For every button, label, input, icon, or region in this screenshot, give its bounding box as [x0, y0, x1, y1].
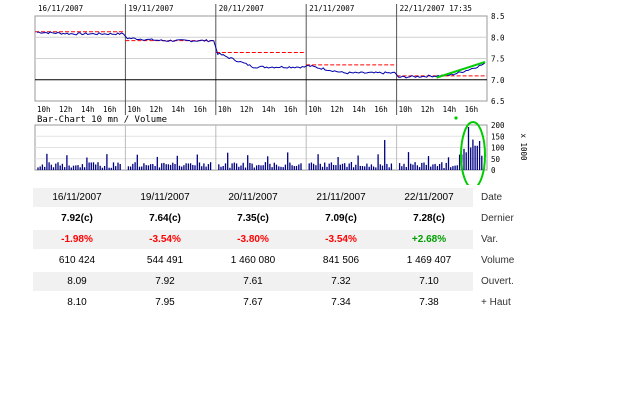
- cell-haut: 8.10: [67, 297, 87, 308]
- cell-dernier: 7.92(c): [61, 213, 93, 224]
- hour-tick-label: 10h: [399, 105, 413, 114]
- table-row-var: -1.98% -3.54% -3.80% -3.54% +2.68% Var.: [33, 230, 527, 249]
- price-tick-label: 7.0: [491, 76, 505, 85]
- hour-tick-label: 16h: [374, 105, 388, 114]
- row-label-volume: Volume: [473, 251, 527, 270]
- volume-tick-label: 50: [491, 155, 501, 164]
- table-row-ouvert: 8.09 7.92 7.61 7.32 7.10 Ouvert.: [33, 272, 527, 291]
- cell-date: 16/11/2007: [33, 188, 121, 207]
- cell-volume: 610 424: [58, 255, 96, 266]
- hour-tick-label: 14h: [171, 105, 185, 114]
- trend-line: [436, 60, 486, 79]
- row-label-dernier: Dernier: [473, 209, 527, 228]
- hour-tick-label: 16h: [103, 105, 117, 114]
- cell-volume: 1 469 407: [406, 255, 452, 266]
- cell-haut: 7.67: [243, 297, 263, 308]
- cell-date: 21/11/2007: [297, 188, 385, 207]
- volume-tick-label: 100: [491, 144, 505, 153]
- cell-ouvert: 7.92: [121, 272, 209, 291]
- cell-date: 19/11/2007: [121, 188, 209, 207]
- row-label-date: Date: [473, 188, 527, 207]
- hour-tick-label: 12h: [330, 105, 344, 114]
- cell-date: 20/11/2007: [209, 188, 297, 207]
- row-label-var: Var.: [473, 230, 527, 249]
- cell-dernier: 7.64(c): [149, 213, 181, 224]
- hour-tick-label: 12h: [149, 105, 163, 114]
- cell-haut: 7.95: [155, 297, 175, 308]
- cell-var: -3.54%: [297, 230, 385, 249]
- highlight-dot: [454, 116, 458, 120]
- hour-tick-label: 14h: [262, 105, 276, 114]
- cell-var: -3.54%: [121, 230, 209, 249]
- cell-ouvert: 7.10: [385, 272, 473, 291]
- hour-tick-label: 10h: [308, 105, 322, 114]
- hour-tick-label: 14h: [81, 105, 95, 114]
- cell-var: +2.68%: [385, 230, 473, 249]
- cell-ouvert: 8.09: [33, 272, 121, 291]
- hour-tick-label: 10h: [127, 105, 141, 114]
- row-label-ouvert: Ouvert.: [473, 272, 527, 291]
- date-tick-label: 19/11/2007: [128, 4, 173, 13]
- row-label-haut: + Haut: [473, 293, 527, 312]
- volume-unit-label: x 1000: [519, 133, 528, 161]
- hour-tick-label: 14h: [443, 105, 457, 114]
- cell-ouvert: 7.61: [209, 272, 297, 291]
- volume-tick-label: 0: [491, 166, 496, 175]
- hour-tick-label: 10h: [218, 105, 232, 114]
- price-tick-label: 8.0: [491, 33, 505, 42]
- price-tick-label: 6.5: [491, 97, 505, 106]
- hour-tick-label: 14h: [352, 105, 366, 114]
- table-row-haut: 8.10 7.95 7.67 7.34 7.38 + Haut: [33, 293, 527, 312]
- volume-tick-label: 200: [491, 121, 505, 130]
- hour-tick-label: 12h: [59, 105, 73, 114]
- cell-var: -1.98%: [33, 230, 121, 249]
- cell-volume: 1 460 080: [230, 255, 276, 266]
- hour-tick-label: 16h: [284, 105, 298, 114]
- cell-volume: 841 506: [322, 255, 360, 266]
- hour-tick-label: 16h: [193, 105, 207, 114]
- hour-tick-label: 16h: [465, 105, 479, 114]
- cell-haut: 7.34: [331, 297, 351, 308]
- date-tick-label: 21/11/2007: [309, 4, 354, 13]
- date-tick-label: 20/11/2007: [219, 4, 264, 13]
- cell-var: -3.80%: [209, 230, 297, 249]
- volume-tick-label: 150: [491, 132, 505, 141]
- cell-dernier: 7.09(c): [325, 213, 357, 224]
- cell-date: 22/11/2007: [385, 188, 473, 207]
- cell-ouvert: 7.32: [297, 272, 385, 291]
- price-line: [36, 31, 486, 79]
- stock-chart: 16/11/2007 10h 12h 14h 16h 19/11/2007 10h 12h 14…: [34, 4, 528, 185]
- table-row-volume: 610 424 544 491 1 460 080 841 506 1 469 …: [33, 251, 527, 270]
- hour-tick-label: 10h: [37, 105, 51, 114]
- date-tick-label: 16/11/2007: [38, 4, 83, 13]
- quote-table: 16/11/2007 19/11/2007 20/11/2007 21/11/2…: [33, 186, 527, 314]
- volume-chart-title: Bar-Chart 10 mn / Volume: [37, 115, 167, 125]
- date-tick-label: 22/11/2007 17:35: [400, 4, 472, 13]
- table-row-date: 16/11/2007 19/11/2007 20/11/2007 21/11/2…: [33, 188, 527, 207]
- cell-dernier: 7.35(c): [237, 213, 269, 224]
- hour-tick-label: 12h: [240, 105, 254, 114]
- price-tick-label: 8.5: [491, 12, 505, 21]
- table-row-dernier: 7.92(c) 7.64(c) 7.35(c) 7.09(c) 7.28(c) …: [33, 209, 527, 228]
- hour-tick-label: 12h: [421, 105, 435, 114]
- cell-volume: 544 491: [146, 255, 184, 266]
- cell-haut: 7.38: [419, 297, 439, 308]
- price-tick-label: 7.5: [491, 55, 505, 64]
- cell-dernier: 7.28(c): [413, 213, 445, 224]
